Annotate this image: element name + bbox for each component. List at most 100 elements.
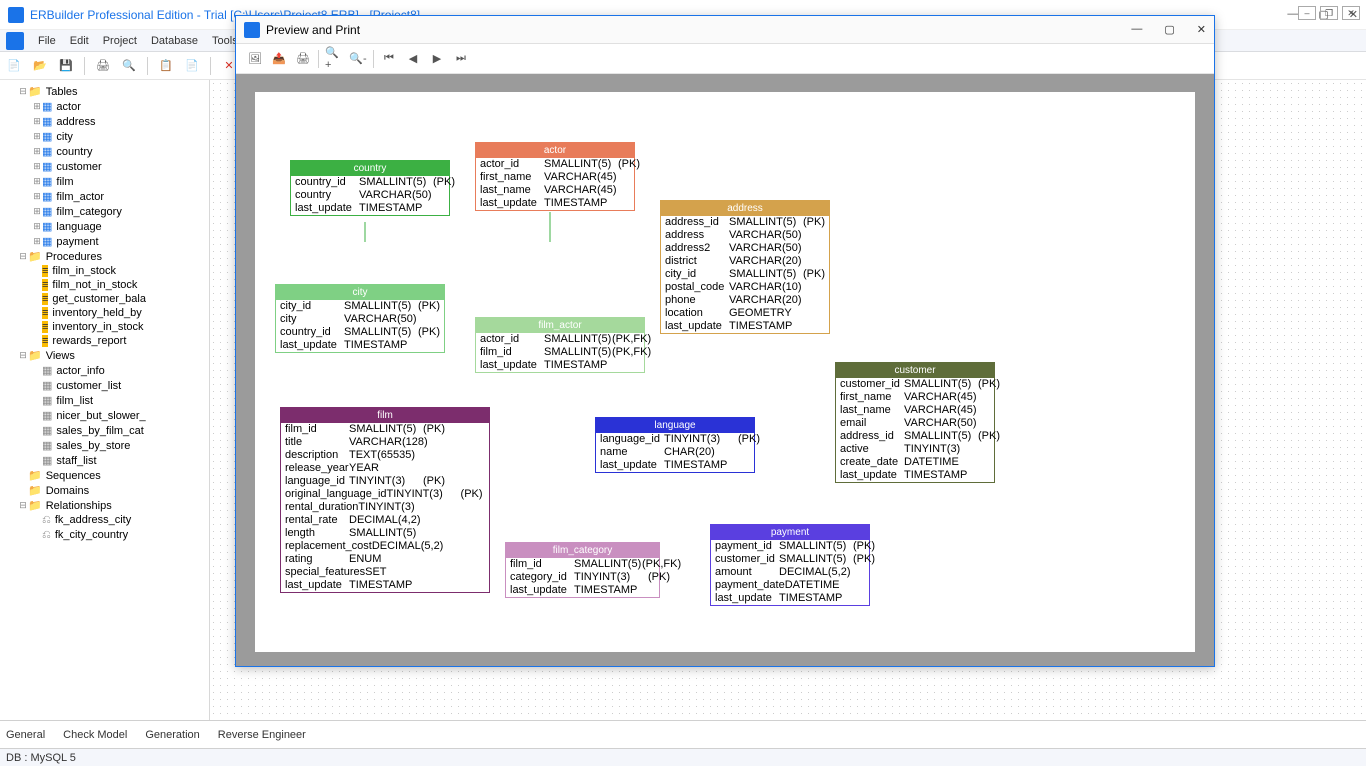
entity-country[interactable]: countrycountry_idSMALLINT(5)(PK)countryV… [290, 160, 450, 216]
separator [318, 50, 319, 68]
tree-item-actor[interactable]: ⊞actor [0, 99, 209, 114]
tree-item-nicer_but_slower_[interactable]: nicer_but_slower_ [0, 408, 209, 423]
tree-item-payment[interactable]: ⊞payment [0, 234, 209, 249]
entity-customer[interactable]: customercustomer_idSMALLINT(5)(PK)first_… [835, 362, 995, 483]
zoom-in-icon[interactable]: 🔍+ [325, 50, 343, 68]
entity-column: customer_idSMALLINT(5)(PK) [711, 553, 869, 566]
tree-item-film_in_stock[interactable]: film_in_stock [0, 264, 209, 278]
tree-item-views[interactable]: ⊟Views [0, 348, 209, 363]
preview-close-icon[interactable]: ✕ [1197, 23, 1206, 36]
print-icon[interactable]: 🖨 [294, 50, 312, 68]
tree-item-country[interactable]: ⊞country [0, 144, 209, 159]
entity-header: address [661, 201, 829, 216]
tree-item-inventory_in_stock[interactable]: inventory_in_stock [0, 320, 209, 334]
tree-item-fk_city_country[interactable]: fk_city_country [0, 528, 209, 543]
tree-item-address[interactable]: ⊞address [0, 114, 209, 129]
tree-item-film_actor[interactable]: ⊞film_actor [0, 189, 209, 204]
entity-column: last_updateTIMESTAMP [281, 579, 489, 592]
tree-item-inventory_held_by[interactable]: inventory_held_by [0, 306, 209, 320]
menu-file[interactable]: File [38, 35, 56, 47]
mdi-minimize-icon[interactable]: – [1298, 6, 1316, 20]
object-tree[interactable]: ⊟Tables⊞actor⊞address⊞city⊞country⊞custo… [0, 80, 210, 720]
preview-icon[interactable]: 🔍 [121, 58, 137, 74]
tree-item-film[interactable]: ⊞film [0, 174, 209, 189]
entity-column: replacement_costDECIMAL(5,2) [281, 540, 489, 553]
tree-item-film_list[interactable]: film_list [0, 393, 209, 408]
entity-column: amountDECIMAL(5,2) [711, 566, 869, 579]
entity-column: nameCHAR(20) [596, 446, 754, 459]
entity-header: country [291, 161, 449, 176]
menu-project[interactable]: Project [103, 35, 137, 47]
tab-reverse-engineer[interactable]: Reverse Engineer [218, 729, 306, 741]
tree-item-domains[interactable]: Domains [0, 483, 209, 498]
tab-check-model[interactable]: Check Model [63, 729, 127, 741]
last-page-icon[interactable]: ⏭ [452, 50, 470, 68]
tree-item-sales_by_store[interactable]: sales_by_store [0, 438, 209, 453]
first-page-icon[interactable]: ⏮ [380, 50, 398, 68]
tree-item-film_category[interactable]: ⊞film_category [0, 204, 209, 219]
entity-column: country_idSMALLINT(5)(PK) [276, 326, 444, 339]
tree-item-city[interactable]: ⊞city [0, 129, 209, 144]
entity-film_actor[interactable]: film_actoractor_idSMALLINT(5)(PK,FK)film… [475, 317, 645, 373]
export-icon[interactable]: 📤 [270, 50, 288, 68]
image-icon[interactable]: 🖼 [246, 50, 264, 68]
tree-item-rewards_report[interactable]: rewards_report [0, 334, 209, 348]
entity-address[interactable]: addressaddress_idSMALLINT(5)(PK)addressV… [660, 200, 830, 334]
tab-general[interactable]: General [6, 729, 45, 741]
entity-column: phoneVARCHAR(20) [661, 294, 829, 307]
entity-column: create_dateDATETIME [836, 456, 994, 469]
entity-column: last_updateTIMESTAMP [711, 592, 869, 605]
preview-toolbar: 🖼 📤 🖨 🔍+ 🔍- ⏮ ◀ ▶ ⏭ [236, 44, 1214, 74]
paste-icon[interactable]: 📄 [184, 58, 200, 74]
tree-item-fk_address_city[interactable]: fk_address_city [0, 513, 209, 528]
preview-minimize-icon[interactable]: — [1131, 23, 1142, 36]
tree-item-customer_list[interactable]: customer_list [0, 378, 209, 393]
tab-generation[interactable]: Generation [145, 729, 199, 741]
entity-film[interactable]: filmfilm_idSMALLINT(5)(PK)titleVARCHAR(1… [280, 407, 490, 593]
tree-item-get_customer_bala[interactable]: get_customer_bala [0, 292, 209, 306]
mdi-window-controls: – ❐ ✕ [1298, 6, 1360, 20]
app-logo-icon [8, 7, 24, 23]
entity-column: city_idSMALLINT(5)(PK) [661, 268, 829, 281]
print-icon[interactable]: 🖨 [95, 58, 111, 74]
entity-language[interactable]: languagelanguage_idTINYINT(3)(PK)nameCHA… [595, 417, 755, 473]
open-icon[interactable]: 📂 [32, 58, 48, 74]
tree-item-relationships[interactable]: ⊟Relationships [0, 498, 209, 513]
entity-column: titleVARCHAR(128) [281, 436, 489, 449]
copy-icon[interactable]: 📋 [158, 58, 174, 74]
entity-column: emailVARCHAR(50) [836, 417, 994, 430]
prev-page-icon[interactable]: ◀ [404, 50, 422, 68]
tree-item-sales_by_film_cat[interactable]: sales_by_film_cat [0, 423, 209, 438]
preview-canvas: countrycountry_idSMALLINT(5)(PK)countryV… [236, 74, 1214, 666]
mdi-close-icon[interactable]: ✕ [1342, 6, 1360, 20]
entity-city[interactable]: citycity_idSMALLINT(5)(PK)cityVARCHAR(50… [275, 284, 445, 353]
tree-item-sequences[interactable]: Sequences [0, 468, 209, 483]
tree-item-language[interactable]: ⊞language [0, 219, 209, 234]
zoom-out-icon[interactable]: 🔍- [349, 50, 367, 68]
tree-item-film_not_in_stock[interactable]: film_not_in_stock [0, 278, 209, 292]
menu-database[interactable]: Database [151, 35, 198, 47]
tree-item-staff_list[interactable]: staff_list [0, 453, 209, 468]
separator [373, 50, 374, 68]
mdi-restore-icon[interactable]: ❐ [1320, 6, 1338, 20]
tree-item-customer[interactable]: ⊞customer [0, 159, 209, 174]
preview-maximize-icon[interactable]: ▢ [1164, 23, 1174, 36]
entity-column: address_idSMALLINT(5)(PK) [836, 430, 994, 443]
entity-column: first_nameVARCHAR(45) [836, 391, 994, 404]
new-icon[interactable]: 📄 [6, 58, 22, 74]
minimize-icon[interactable]: — [1287, 8, 1298, 21]
menu-edit[interactable]: Edit [70, 35, 89, 47]
entity-column: last_updateTIMESTAMP [276, 339, 444, 352]
tree-item-actor_info[interactable]: actor_info [0, 363, 209, 378]
entity-actor[interactable]: actoractor_idSMALLINT(5)(PK)first_nameVA… [475, 142, 635, 211]
entity-column: last_nameVARCHAR(45) [476, 184, 634, 197]
entity-payment[interactable]: paymentpayment_idSMALLINT(5)(PK)customer… [710, 524, 870, 606]
tree-item-tables[interactable]: ⊟Tables [0, 84, 209, 99]
menu-tools[interactable]: Tools [212, 35, 238, 47]
preview-window[interactable]: Preview and Print — ▢ ✕ 🖼 📤 🖨 🔍+ 🔍- ⏮ ◀ … [235, 15, 1215, 667]
preview-title-bar[interactable]: Preview and Print — ▢ ✕ [236, 16, 1214, 44]
tree-item-procedures[interactable]: ⊟Procedures [0, 249, 209, 264]
save-icon[interactable]: 💾 [58, 58, 74, 74]
entity-film_category[interactable]: film_categoryfilm_idSMALLINT(5)(PK,FK)ca… [505, 542, 660, 598]
next-page-icon[interactable]: ▶ [428, 50, 446, 68]
